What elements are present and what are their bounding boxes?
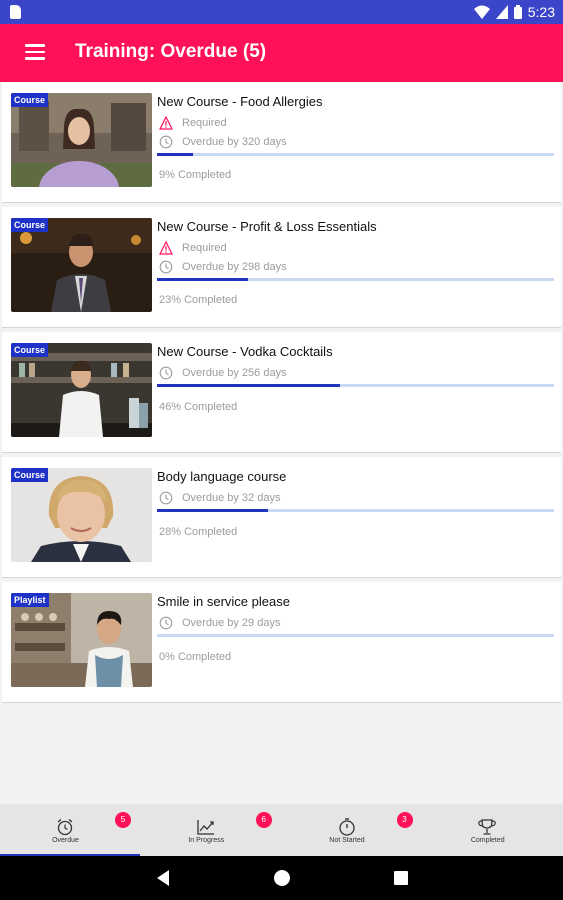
overdue-label: Overdue by 256 days [182,367,287,379]
clock-icon [159,260,173,274]
bottom-nav: 5 Overdue 6 In Progress 3 Not Started Co… [0,804,563,856]
course-title[interactable]: Body language course [157,469,286,484]
content-type-tag: Course [11,218,49,232]
overdue-label: Overdue by 29 days [182,617,281,629]
clock-icon [159,366,173,380]
back-icon[interactable] [155,868,171,888]
completion-label: 46% Completed [159,401,238,413]
overdue-row: Overdue by 256 days [159,366,287,380]
course-title[interactable]: Smile in service please [157,594,290,609]
count-badge: 5 [115,812,131,828]
content-type-tag: Course [11,343,49,357]
clock-icon [159,135,173,149]
app-bar: Training: Overdue (5) [0,24,563,82]
course-title[interactable]: New Course - Food Allergies [157,94,322,109]
required-row: Required [159,116,227,130]
progress-fill [157,278,249,281]
status-time: 5:23 [527,4,555,20]
course-card[interactable]: Playlist Smile in service please Overdue… [2,582,561,703]
count-badge: 3 [396,812,413,828]
course-thumbnail: Course [11,93,152,187]
menu-icon[interactable] [25,44,45,60]
required-label: Required [182,242,227,254]
nav-tab-overdue[interactable]: 5 Overdue [0,804,141,856]
course-card[interactable]: Course Body language course Overdue by 3… [2,457,561,578]
nav-tab-completed[interactable]: Completed [422,804,563,856]
nav-label: In Progress [188,837,225,844]
course-thumbnail: Playlist [11,593,152,687]
required-row: Required [159,241,227,255]
progress-fill [157,509,269,512]
clock-icon [159,616,173,630]
course-title[interactable]: New Course - Vodka Cocktails [157,344,333,359]
nav-label: Not Started [329,837,365,844]
overdue-row: Overdue by 298 days [159,260,287,274]
completion-label: 0% Completed [159,651,232,663]
overdue-row: Overdue by 29 days [159,616,280,630]
overdue-row: Overdue by 320 days [159,135,287,149]
completion-label: 9% Completed [159,169,232,181]
stopwatch-icon [338,818,355,836]
status-icons: 5:23 [473,0,555,24]
overdue-label: Overdue by 298 days [182,261,287,273]
content-type-tag: Course [11,93,49,107]
sim-card-icon [10,5,21,19]
course-card[interactable]: Course New Course - Food Allergies Requi… [2,82,561,203]
warning-icon [159,241,173,255]
course-thumbnail: Course [11,343,152,437]
page-title: Training: Overdue (5) [75,41,267,62]
nav-label: Overdue [52,837,79,844]
warning-icon [159,116,173,130]
progress-bar [157,634,554,637]
progress-fill [157,384,340,387]
nav-tab-in-progress[interactable]: 6 In Progress [141,804,282,856]
overdue-label: Overdue by 32 days [182,492,281,504]
progress-bar [157,153,554,156]
required-label: Required [182,117,227,129]
system-nav-bar [0,856,563,900]
nav-tab-not-started[interactable]: 3 Not Started [282,804,423,856]
recents-icon[interactable] [393,870,409,886]
course-thumbnail: Course [11,468,152,562]
completion-label: 28% Completed [159,526,238,538]
progress-bar [157,278,554,281]
status-bar: 5:23 [0,0,563,24]
course-card[interactable]: Course New Course - Vodka Cocktails Over… [2,332,561,453]
count-badge: 6 [255,812,272,828]
content-type-tag: Course [11,468,49,482]
progress-bar [157,509,554,512]
course-thumbnail: Course [11,218,152,312]
home-icon[interactable] [272,868,292,888]
course-title[interactable]: New Course - Profit & Loss Essentials [157,219,377,234]
completion-label: 23% Completed [159,294,238,306]
course-card[interactable]: Course New Course - Profit & Loss Essent… [2,207,561,328]
overdue-row: Overdue by 32 days [159,491,280,505]
trending-chart-icon [197,820,214,835]
overdue-label: Overdue by 320 days [182,136,287,148]
wifi-icon [473,5,490,19]
signal-icon [495,5,508,19]
trophy-icon [478,819,497,835]
battery-icon [513,5,522,19]
progress-bar [157,384,554,387]
clock-icon [159,491,173,505]
progress-fill [157,153,193,156]
course-list[interactable]: Course New Course - Food Allergies Requi… [0,82,563,804]
content-type-tag: Playlist [11,593,49,607]
nav-label: Completed [470,837,505,844]
alarm-clock-icon [57,819,73,836]
